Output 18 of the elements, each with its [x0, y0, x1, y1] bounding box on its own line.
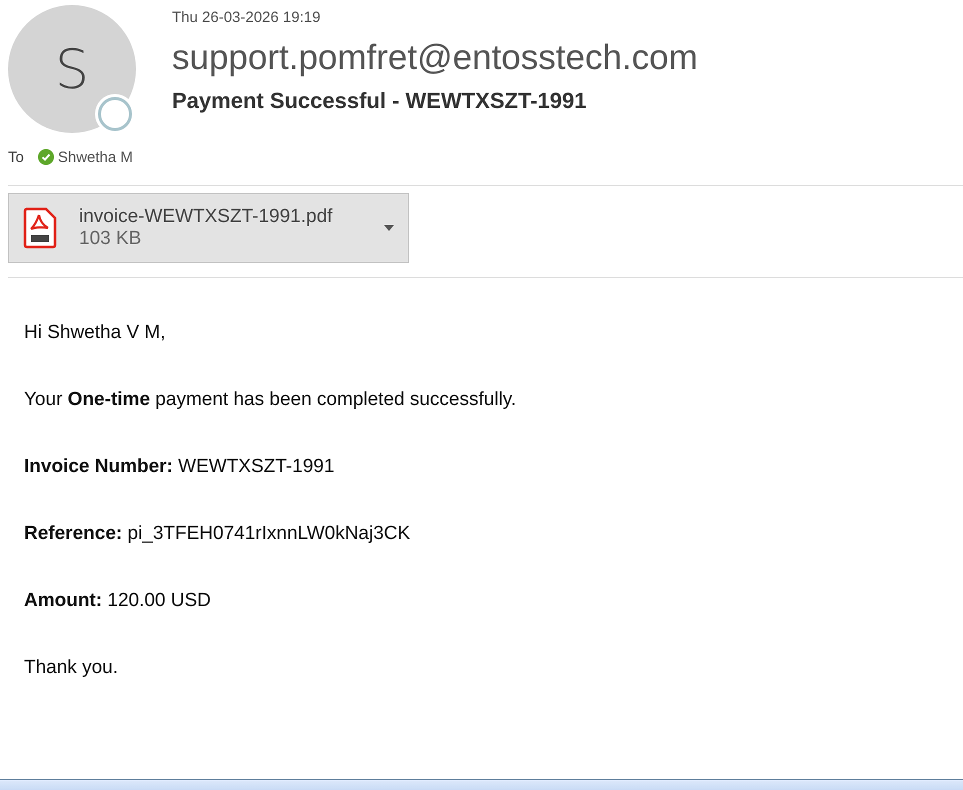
body-paragraph: Thank you. [24, 657, 119, 678]
caret-icon[interactable] [384, 225, 394, 231]
body-paragraph: Your One-time payment has been completed successfully. [24, 389, 518, 410]
presence-icon [98, 97, 132, 131]
body-paragraph: Amount: 120.00 USD [24, 590, 212, 611]
attachment[interactable]: invoice-WEWTXSZT-1991.pdf 103 KB [8, 193, 409, 263]
to-label: To [8, 148, 24, 166]
body-paragraph: Hi Shwetha V M, [24, 322, 166, 343]
email-subject: Payment Successful - WEWTXSZT-1991 [172, 88, 588, 114]
sent-date: Thu 26-03-2026 19:19 [172, 9, 322, 26]
pdf-file-icon [23, 207, 57, 249]
avatar: S [8, 5, 136, 133]
body-paragraph: Invoice Number: WEWTXSZT-1991 [24, 456, 336, 477]
attachment-size: 103 KB [79, 228, 142, 250]
attachment-name: invoice-WEWTXSZT-1991.pdf [79, 206, 334, 228]
recipient-name[interactable]: Shwetha M [58, 148, 133, 166]
sender-address: support.pomfret@entosstech.com [172, 38, 698, 78]
body-paragraph: Reference: pi_3TFEH0741rIxnnLW0kNaj3CK [24, 523, 412, 544]
